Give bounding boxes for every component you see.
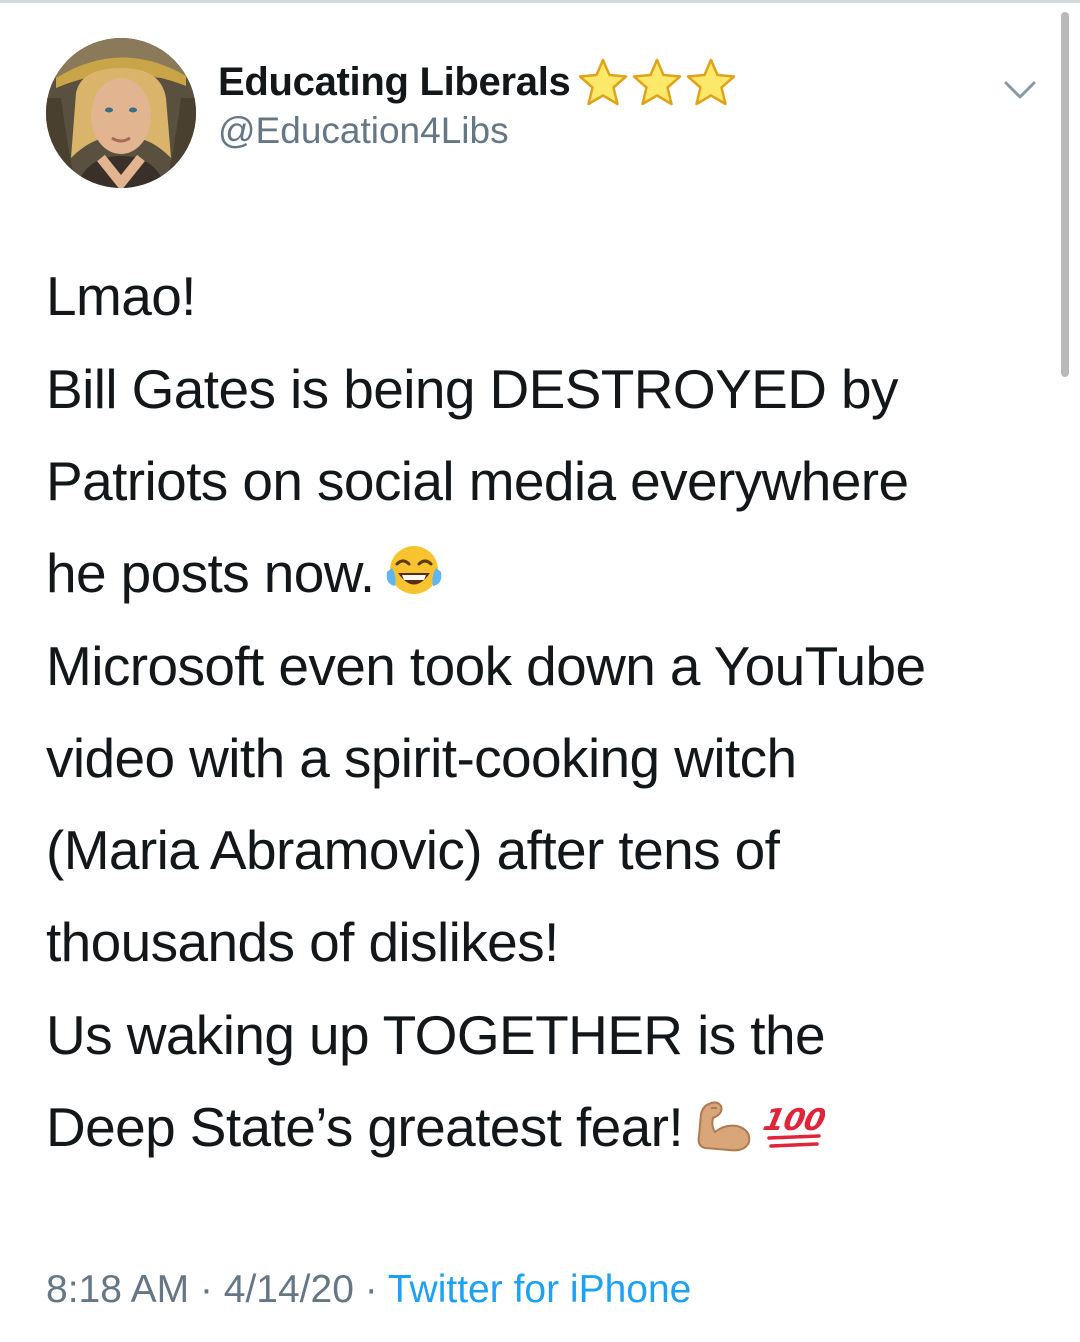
- tweet-meta: 8:18 AM · 4/14/20 · Twitter for iPhone: [46, 1268, 691, 1312]
- tweet-paragraph: Lmao!: [46, 250, 1046, 342]
- badge-stars: [576, 57, 738, 107]
- author-display-name[interactable]: Educating Liberals: [218, 60, 571, 105]
- star-icon: [633, 58, 682, 106]
- tweet-line: Deep State’s greatest fear!: [46, 1096, 684, 1158]
- tweet-paragraph: Bill Gates is being DESTROYED by Patriot…: [46, 343, 1046, 619]
- chevron-down-icon[interactable]: [1000, 70, 1040, 110]
- tweet-line: Microsoft even took down a YouTube: [46, 635, 926, 697]
- tweet-line: Lmao!: [46, 265, 196, 327]
- flexed-biceps-icon: [697, 1101, 751, 1152]
- tweet-paragraph: Us waking up TOGETHER is the Deep State’…: [46, 989, 1046, 1173]
- scrollbar-thumb[interactable]: [1061, 12, 1069, 377]
- tweet-paragraph: Microsoft even took down a YouTube video…: [46, 620, 1046, 988]
- avatar[interactable]: [46, 38, 196, 188]
- star-icon: [687, 58, 736, 106]
- tweet-line: he posts now.: [46, 542, 375, 604]
- svg-text:100: 100: [763, 1103, 825, 1138]
- tweet-source-link[interactable]: Twitter for iPhone: [388, 1268, 691, 1311]
- star-icon: [579, 58, 628, 106]
- tweet-time[interactable]: 8:18 AM: [46, 1268, 189, 1311]
- face-with-tears-of-joy-icon: [386, 546, 441, 594]
- tweet-line: (Maria Abramovic) after tens of: [46, 819, 780, 881]
- author-handle[interactable]: @Education4Libs: [218, 110, 509, 152]
- meta-separator: ·: [199, 1268, 213, 1311]
- tweet-line: Bill Gates is being DESTROYED by: [46, 358, 899, 420]
- tweet-line: Us waking up TOGETHER is the: [46, 1004, 826, 1066]
- tweet-line: Patriots on social media everywhere: [46, 450, 909, 512]
- hundred-points-icon: 100: [763, 1103, 825, 1148]
- meta-separator: ·: [364, 1268, 378, 1311]
- tweet-text: Lmao! Bill Gates is being DESTROYED by P…: [46, 250, 1046, 1174]
- top-divider: [0, 0, 1080, 3]
- tweet-line: video with a spirit-cooking witch: [46, 727, 797, 789]
- tweet-line-with-emoji: Deep State’s greatest fear! 100: [46, 1081, 1046, 1173]
- author-name-row[interactable]: Educating Liberals: [218, 52, 738, 112]
- tweet-line: thousands of dislikes!: [46, 911, 559, 973]
- tweet-date[interactable]: 4/14/20: [224, 1268, 354, 1311]
- tweet-line-with-emoji: he posts now.: [46, 527, 1046, 619]
